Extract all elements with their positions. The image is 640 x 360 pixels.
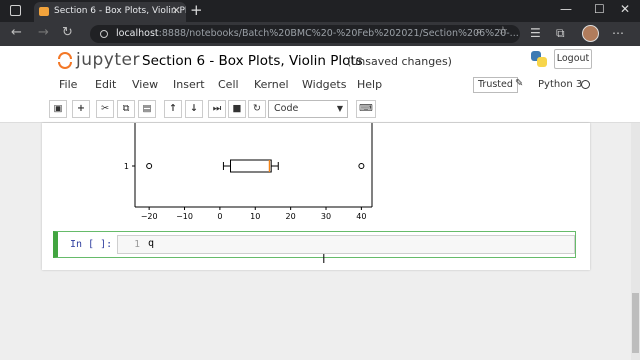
code-text[interactable]: q bbox=[148, 238, 154, 249]
x-tick-label: 20 bbox=[286, 212, 296, 221]
menu-help[interactable]: Help bbox=[357, 78, 382, 91]
close-tab-icon[interactable]: ✕ bbox=[172, 2, 181, 20]
jupyter-logo-text[interactable]: jupyter bbox=[76, 50, 140, 70]
forward-icon[interactable]: → bbox=[38, 25, 49, 40]
site-info-icon[interactable] bbox=[100, 30, 108, 38]
jupyter-favicon-icon bbox=[39, 7, 49, 16]
minimize-icon[interactable]: — bbox=[560, 2, 572, 16]
save-icon[interactable]: ▣ bbox=[49, 100, 67, 118]
menu-file[interactable]: File bbox=[59, 78, 77, 91]
reload-icon[interactable]: ↻ bbox=[62, 25, 73, 40]
cut-icon[interactable]: ✂ bbox=[96, 100, 114, 118]
menu-edit[interactable]: Edit bbox=[95, 78, 116, 91]
jupyter-header: jupyter Section 6 - Box Plots, Violin Pl… bbox=[0, 46, 640, 74]
cell-type-value: Code bbox=[274, 103, 299, 114]
menu-bar: File Edit View Insert Cell Kernel Widget… bbox=[0, 74, 640, 96]
x-tick-label: −10 bbox=[176, 212, 193, 221]
kernel-name[interactable]: Python 3 bbox=[538, 79, 582, 90]
x-tick-label: −20 bbox=[141, 212, 158, 221]
x-tick-label: 0 bbox=[217, 212, 222, 221]
menu-cell[interactable]: Cell bbox=[218, 78, 239, 91]
new-tab-icon[interactable]: + bbox=[190, 1, 203, 19]
collections-icon[interactable]: ⧉ bbox=[556, 26, 565, 41]
scrollbar-thumb[interactable] bbox=[632, 293, 639, 353]
jupyter-logo-icon[interactable] bbox=[56, 50, 74, 70]
box-iqr bbox=[230, 159, 272, 173]
bookmark-star-icon[interactable]: ☆ bbox=[498, 24, 508, 37]
menu-insert[interactable]: Insert bbox=[173, 78, 205, 91]
browser-tab-bar: Section 6 - Box Plots, Violin Plots ✕ + … bbox=[0, 0, 640, 22]
menu-view[interactable]: View bbox=[132, 78, 158, 91]
back-icon[interactable]: ← bbox=[11, 25, 22, 40]
copy-icon[interactable]: ⧉ bbox=[117, 100, 135, 118]
move-down-icon[interactable]: ↓ bbox=[185, 100, 203, 118]
maximize-icon[interactable]: ☐ bbox=[594, 2, 605, 16]
tab-title: Section 6 - Box Plots, Violin Plots bbox=[54, 6, 186, 16]
code-cell[interactable]: In [ ]: 1 q bbox=[53, 231, 576, 258]
zoom-search-icon[interactable]: ⌕ bbox=[476, 24, 482, 38]
python-logo-icon bbox=[530, 50, 548, 68]
url-host: localhost bbox=[116, 28, 159, 39]
insert-cell-icon[interactable]: + bbox=[72, 100, 90, 118]
url-path: :8888/notebooks/Batch%20BMC%20-%20Feb%20… bbox=[158, 28, 519, 39]
edit-pencil-icon[interactable]: ✎ bbox=[515, 78, 523, 89]
menu-kernel[interactable]: Kernel bbox=[254, 78, 289, 91]
notebook-area: −20 −10 0 10 20 30 40 1 In [ ]: 1 q I bbox=[0, 123, 640, 360]
logout-button[interactable]: Logout bbox=[554, 49, 592, 69]
x-tick-label: 40 bbox=[356, 212, 366, 221]
keyboard-icon[interactable]: ⌨ bbox=[356, 100, 376, 118]
outlier-point bbox=[146, 163, 153, 169]
move-up-icon[interactable]: ↑ bbox=[164, 100, 182, 118]
save-status: (unsaved changes) bbox=[347, 55, 452, 68]
paste-icon[interactable]: ▤ bbox=[138, 100, 156, 118]
interrupt-icon[interactable]: ■ bbox=[228, 100, 246, 118]
url-input[interactable]: localhost:8888/notebooks/Batch%20BMC%20-… bbox=[90, 25, 520, 43]
kernel-status-icon bbox=[581, 80, 590, 89]
run-icon[interactable]: ⏭ bbox=[208, 100, 226, 118]
browser-tab[interactable]: Section 6 - Box Plots, Violin Plots ✕ bbox=[34, 2, 186, 22]
cell-prompt: In [ ]: bbox=[70, 239, 113, 250]
notebook-title[interactable]: Section 6 - Box Plots, Violin Plots bbox=[142, 53, 363, 69]
mouse-cursor-icon: I bbox=[322, 252, 326, 266]
trusted-indicator[interactable]: Trusted bbox=[473, 77, 518, 93]
box-plot-output: −20 −10 0 10 20 30 40 1 bbox=[124, 123, 373, 221]
profile-avatar[interactable] bbox=[582, 25, 599, 42]
x-tick-label: 10 bbox=[250, 212, 260, 221]
y-tick-label: 1 bbox=[124, 162, 129, 171]
restart-icon[interactable]: ↻ bbox=[248, 100, 266, 118]
outlier-point bbox=[358, 163, 365, 169]
notebook-toolbar: ▣ + ✂ ⧉ ▤ ↑ ↓ ⏭ ■ ↻ Code ▼ ⌨ bbox=[0, 96, 640, 123]
line-number: 1 bbox=[134, 239, 140, 250]
browser-address-bar: ← → ↻ localhost:8888/notebooks/Batch%20B… bbox=[0, 22, 640, 46]
x-tick-label: 30 bbox=[321, 212, 331, 221]
code-editor[interactable]: 1 q bbox=[117, 235, 575, 254]
window-close-icon[interactable]: ✕ bbox=[620, 2, 630, 16]
cell-type-select[interactable]: Code ▼ bbox=[268, 100, 348, 118]
favorites-icon[interactable]: ☰ bbox=[530, 26, 541, 40]
tab-actions-icon[interactable] bbox=[10, 5, 21, 16]
more-menu-icon[interactable]: ⋯ bbox=[612, 26, 624, 40]
page-scrollbar[interactable] bbox=[631, 123, 640, 360]
menu-widgets[interactable]: Widgets bbox=[302, 78, 346, 91]
chevron-down-icon: ▼ bbox=[336, 104, 343, 113]
